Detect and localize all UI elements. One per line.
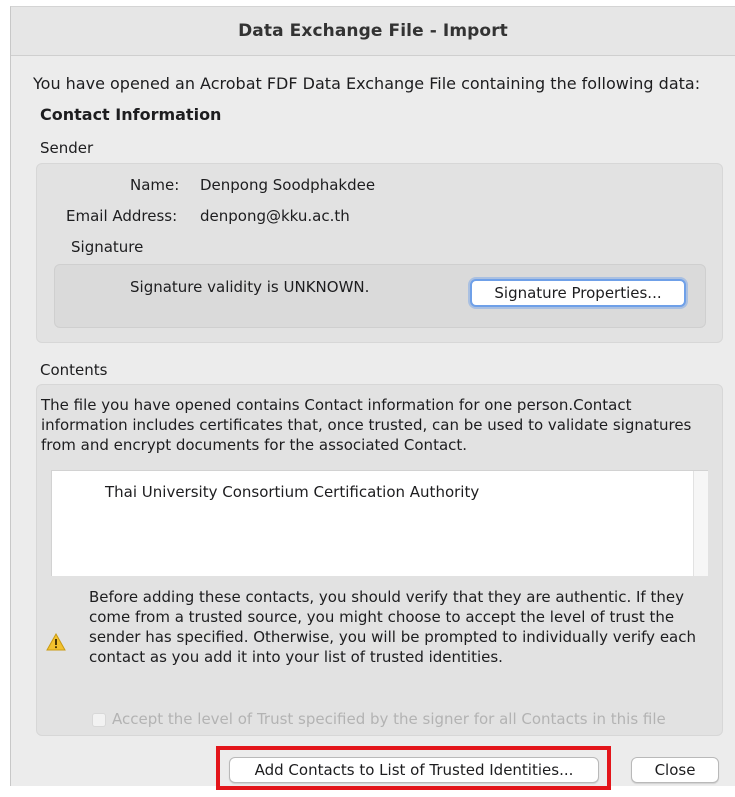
signature-status: Signature validity is UNKNOWN. — [130, 278, 370, 296]
dialog-title: Data Exchange File - Import — [238, 21, 508, 41]
import-dialog: Data Exchange File - Import You have ope… — [10, 6, 735, 790]
accept-trust-checkbox[interactable] — [92, 713, 106, 727]
signature-panel: Signature validity is UNKNOWN. Signature… — [54, 264, 706, 328]
close-button[interactable]: Close — [631, 757, 719, 783]
contents-description: The file you have opened contains Contac… — [41, 396, 692, 454]
accept-trust-label: Accept the level of Trust specified by t… — [112, 710, 666, 728]
sender-panel: Name: Denpong Soodphakdee Email Address:… — [36, 163, 723, 343]
red-highlight-box — [216, 746, 611, 790]
title-bar: Data Exchange File - Import — [11, 7, 735, 56]
intro-text: You have opened an Acrobat FDF Data Exch… — [33, 74, 701, 93]
warning-text: Before adding these contacts, you should… — [89, 588, 697, 666]
name-value: Denpong Soodphakdee — [200, 176, 376, 194]
email-label: Email Address: — [66, 207, 178, 225]
signature-group-label: Signature — [71, 238, 144, 256]
signature-properties-button[interactable]: Signature Properties... — [470, 279, 686, 307]
contacts-list[interactable]: Thai University Consortium Certification… — [51, 470, 708, 576]
list-item[interactable]: Thai University Consortium Certification… — [105, 483, 479, 501]
contents-group-label: Contents — [40, 361, 108, 379]
sender-group-label: Sender — [40, 139, 94, 157]
warning-icon — [46, 633, 66, 651]
list-scrollbar[interactable] — [693, 471, 708, 576]
name-label: Name: — [130, 176, 180, 194]
contents-panel: The file you have opened contains Contac… — [36, 384, 723, 736]
section-heading: Contact Information — [40, 105, 222, 124]
email-value: denpong@kku.ac.th — [200, 207, 350, 225]
